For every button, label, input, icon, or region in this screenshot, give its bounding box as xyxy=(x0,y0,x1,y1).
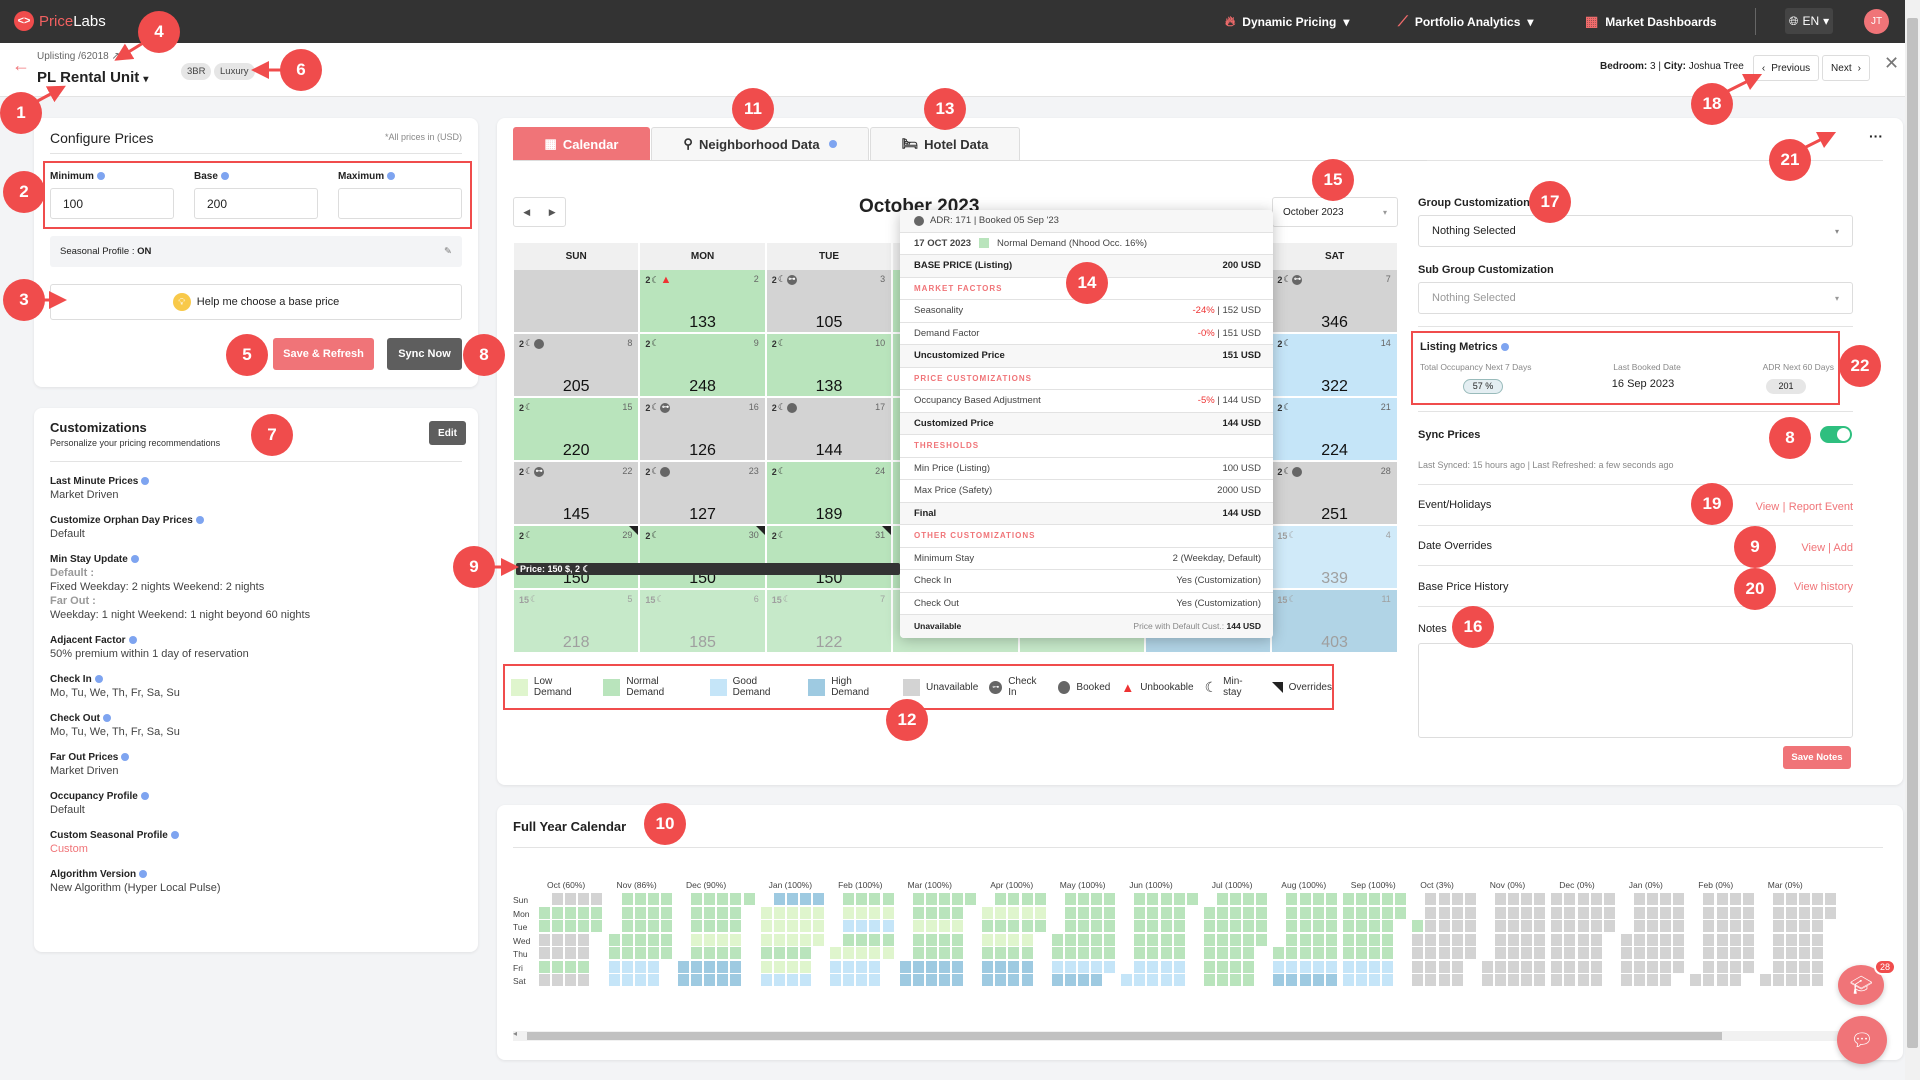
annotation-marker: 1 xyxy=(0,92,42,134)
annotation-arrow xyxy=(1725,73,1763,94)
annotation-marker: 20 xyxy=(1734,568,1776,610)
annotation-marker: 9 xyxy=(453,546,495,588)
annotation-marker: 8 xyxy=(463,334,505,376)
annotation-arrow xyxy=(1803,131,1837,150)
annotation-marker: 21 xyxy=(1769,139,1811,181)
annotation-marker: 11 xyxy=(732,88,774,130)
annotation-marker: 2 xyxy=(3,171,45,213)
annotation-marker: 7 xyxy=(251,414,293,456)
annotation-marker: 14 xyxy=(1066,262,1108,304)
annotation-marker: 15 xyxy=(1312,159,1354,201)
annotation-marker: 12 xyxy=(886,699,928,741)
annotation-marker: 10 xyxy=(644,803,686,845)
annotation-arrows xyxy=(31,38,1837,576)
annotation-marker: 8 xyxy=(1769,417,1811,459)
annotation-marker: 9 xyxy=(1734,526,1776,568)
annotation-marker: 17 xyxy=(1529,181,1571,223)
annotation-marker: 16 xyxy=(1452,606,1494,648)
annotation-marker: 3 xyxy=(3,279,45,321)
annotation-marker: 13 xyxy=(924,88,966,130)
annotation-marker: 18 xyxy=(1691,83,1733,125)
annotation-marker: 5 xyxy=(226,334,268,376)
annotation-marker: 6 xyxy=(280,49,322,91)
annotation-marker: 19 xyxy=(1691,483,1733,525)
annotation-marker: 4 xyxy=(138,11,180,53)
annotation-marker: 22 xyxy=(1839,345,1881,387)
